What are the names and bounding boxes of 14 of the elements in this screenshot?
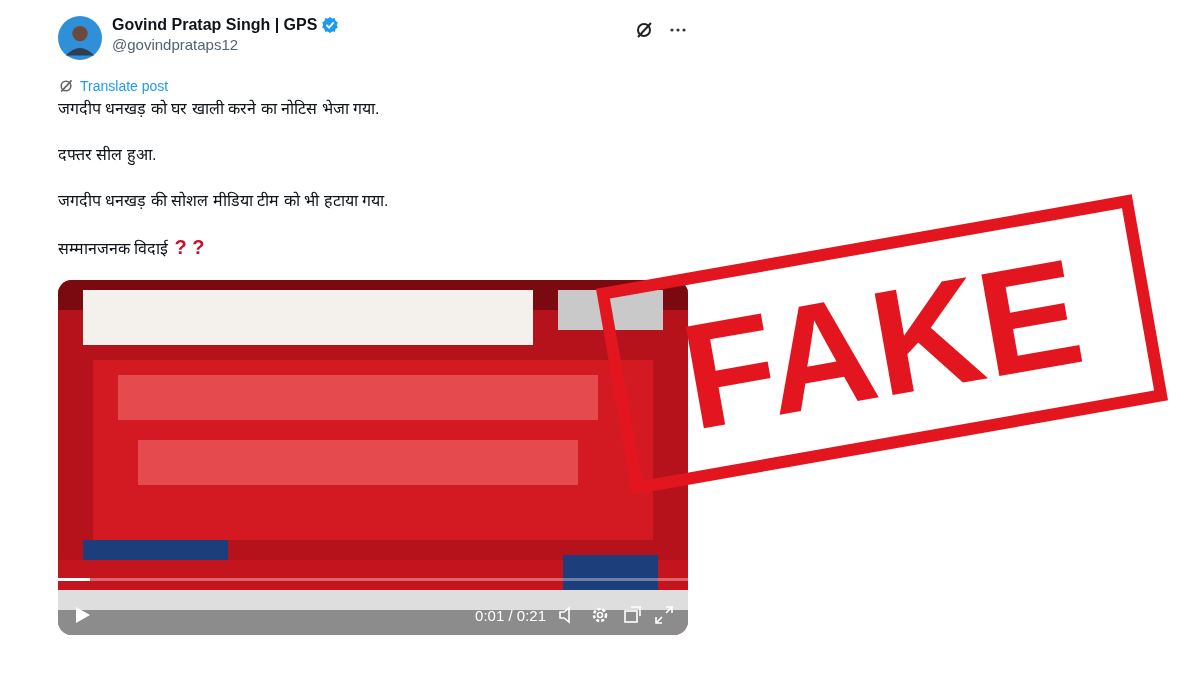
video-time: 0:01 / 0:21 [475, 606, 546, 624]
pip-icon[interactable] [622, 605, 642, 625]
author-name[interactable]: Govind Pratap Singh | GPS [112, 16, 318, 34]
author-handle[interactable]: @govindprataps12 [112, 36, 624, 53]
fullscreen-icon[interactable] [654, 605, 674, 625]
post-text: दफ्तर सील हुआ. [58, 146, 157, 163]
settings-icon[interactable] [590, 605, 610, 625]
post-text: सम्मानजनक विदाई [58, 240, 169, 257]
post-text: जगदीप धनखड़ की सोशल मीडिया टीम को भी हटाया गया. [58, 192, 389, 209]
avatar[interactable] [58, 16, 102, 60]
question-marks: ? ? [174, 236, 205, 258]
post-text: जगदीप धनखड़ को घर खाली करने का नोटिस भेजा गया. [58, 100, 380, 117]
video-progress-bar[interactable] [58, 578, 688, 581]
translate-icon [58, 78, 74, 94]
